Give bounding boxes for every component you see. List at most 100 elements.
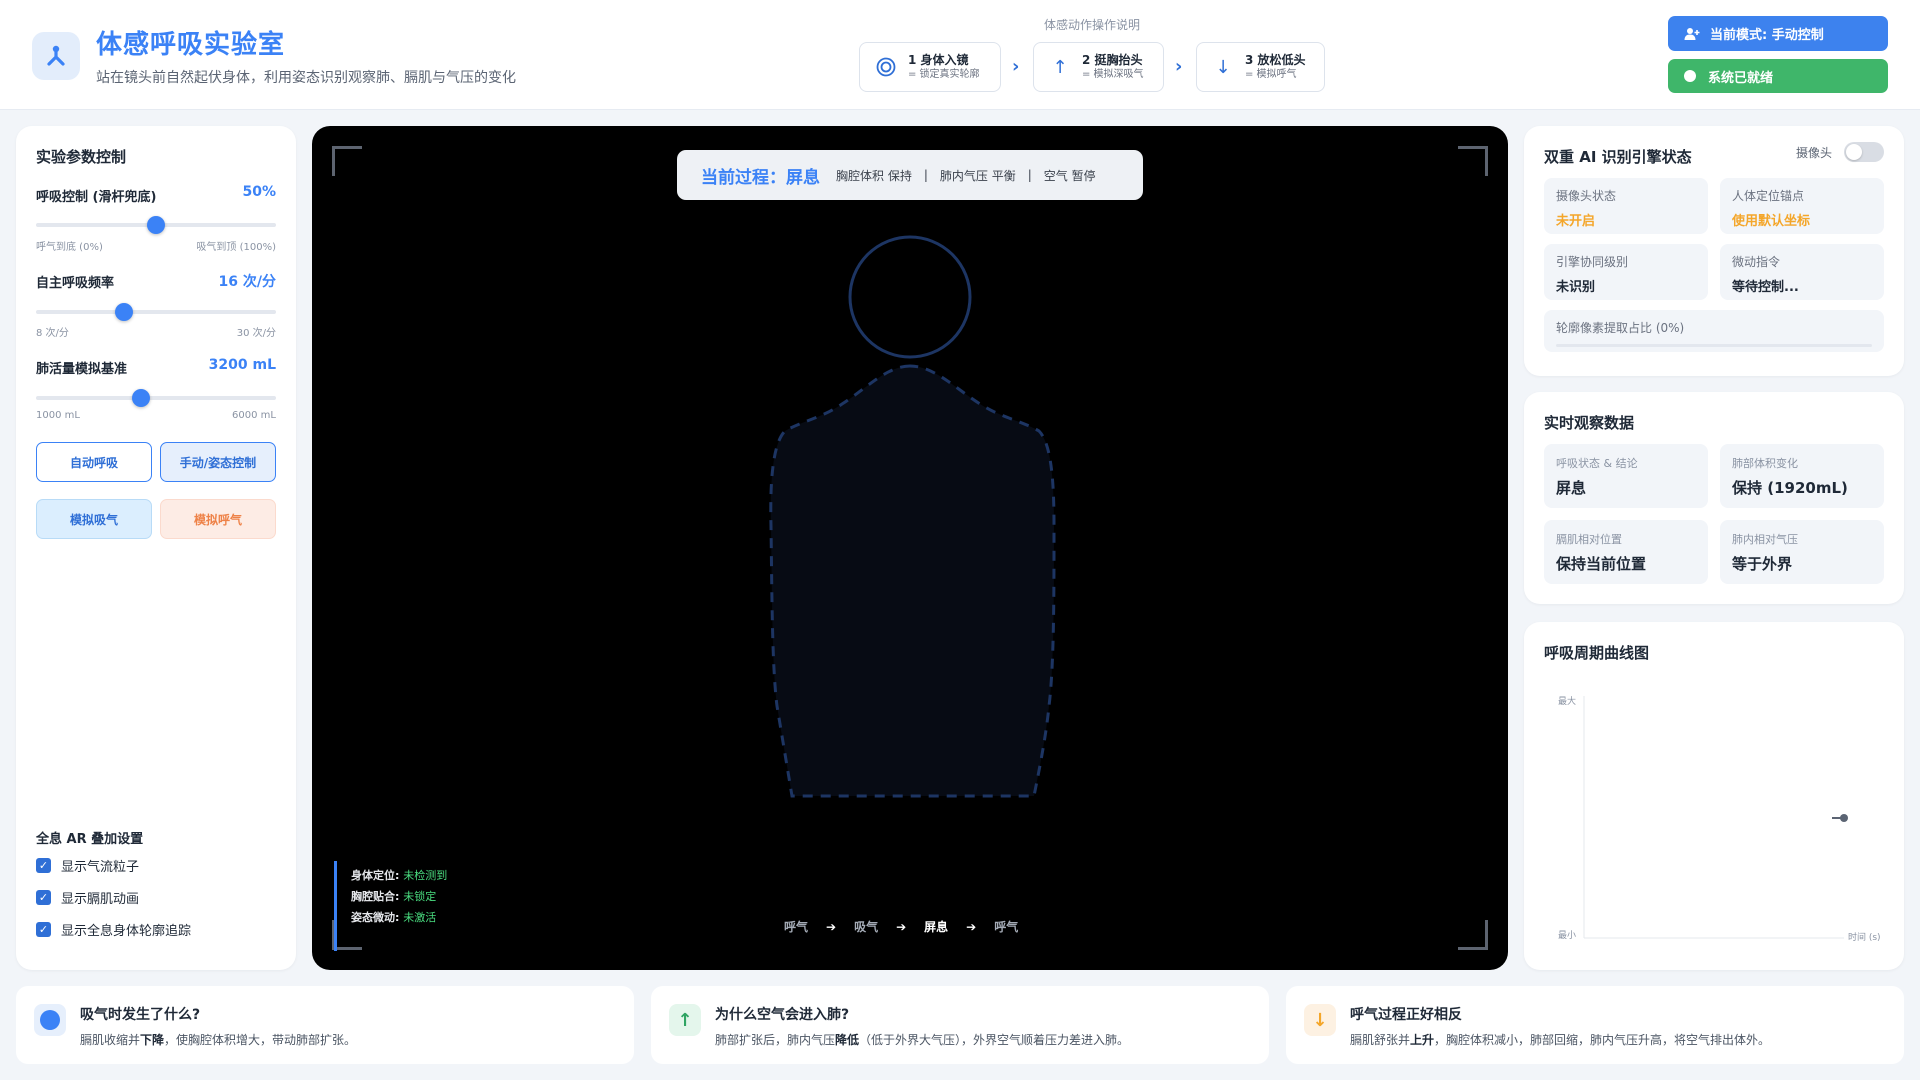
status-body-position: 身体定位: 未检测到 <box>351 869 448 882</box>
sequence-step-current: 屏息 <box>924 920 949 934</box>
tile-camera-status: 摄像头状态 未开启 <box>1544 178 1708 234</box>
step-title: 2 挺胸抬头 <box>1082 53 1143 67</box>
slider-value: 50% <box>242 184 276 200</box>
body-outline <box>769 235 1056 798</box>
arrow-down-icon: ↓ <box>1215 56 1231 78</box>
manual-control-button[interactable]: 手动/姿态控制 <box>160 442 276 482</box>
info-text: 膈肌收缩并下降，使胸腔体积增大，带动肺部扩张。 <box>80 1033 357 1047</box>
step-3: ↓ 3 放松低头 = 模拟呼气 <box>1196 42 1325 92</box>
sequence-step: 呼气 <box>784 920 809 934</box>
camera-toggle-label: 摄像头 <box>1796 146 1833 160</box>
breath-sequence: 呼气 ➔ 吸气 ➔ 屏息 ➔ 呼气 <box>784 918 1018 935</box>
rate-slider-thumb[interactable] <box>115 303 133 321</box>
info-card-exhale: ↓ 呼气过程正好相反 膈肌舒张并上升，胸腔体积减小，肺部回缩，肺内气压升高，将空… <box>1286 986 1904 1064</box>
breath-curve-card: 呼吸周期曲线图 最大 最小 时间 (s) <box>1524 622 1904 970</box>
arrow-right-icon: ➔ <box>896 919 907 934</box>
arrow-down-icon: ↓ <box>1304 1004 1336 1036</box>
tile-anchor: 人体定位锚点 使用默认坐标 <box>1720 178 1884 234</box>
slider-min: 8 次/分 <box>36 328 69 339</box>
capacity-slider-track[interactable] <box>36 396 276 400</box>
pixel-ratio-bar <box>1556 344 1872 347</box>
ar-settings-title: 全息 AR 叠加设置 <box>36 832 144 847</box>
ar-option-particles[interactable]: ✓ 显示气流粒子 <box>36 856 139 875</box>
chevron-right-icon: › <box>1012 56 1020 77</box>
step-title: 1 身体入镜 <box>908 53 969 67</box>
control-panel: 实验参数控制 呼吸控制 (滑杆兜底) 50% 呼气到底 (0%) 吸气到顶 (1… <box>16 126 296 970</box>
info-text: 膈肌舒张并上升，胸腔体积减小，肺部回缩，肺内气压升高，将空气排出体外。 <box>1350 1033 1771 1047</box>
inhale-dot-icon <box>34 1004 66 1036</box>
slider-max: 30 次/分 <box>236 328 276 339</box>
target-icon <box>874 55 898 79</box>
simulate-inhale-button[interactable]: 模拟吸气 <box>36 499 152 539</box>
info-card-air-entry: ↑ 为什么空气会进入肺? 肺部扩张后，肺内气压降低（低于外界大气压），外界空气顺… <box>651 986 1269 1064</box>
observation-title: 实时观察数据 <box>1544 414 1635 432</box>
step-1: 1 身体入镜 = 锁定真实轮廓 <box>859 42 1001 92</box>
ready-label: 系统已就绪 <box>1708 70 1774 86</box>
tile-pixel-ratio: 轮廓像素提取占比 (0%) <box>1544 310 1884 352</box>
ar-option-diaphragm[interactable]: ✓ 显示膈肌动画 <box>36 888 139 907</box>
info-title: 呼气过程正好相反 <box>1350 1007 1462 1023</box>
camera-view: 当前过程：屏息 胸腔体积 保持 | 肺内气压 平衡 | 空气 暂停 身体定位: … <box>312 126 1508 970</box>
user-add-icon <box>1684 27 1700 41</box>
ar-option-label: 显示全息身体轮廓追踪 <box>61 924 192 939</box>
status-chest-fit: 胸腔贴合: 未锁定 <box>351 890 437 903</box>
breath-slider-thumb[interactable] <box>147 216 165 234</box>
step-desc: = 锁定真实轮廓 <box>908 69 980 80</box>
curve-current-point <box>1840 814 1848 822</box>
ai-engine-status-card: 双重 AI 识别引擎状态 摄像头 摄像头状态 未开启 人体定位锚点 使用默认坐标… <box>1524 126 1904 376</box>
tile-diaphragm-position: 膈肌相对位置 保持当前位置 <box>1544 520 1708 584</box>
step-desc: = 模拟呼气 <box>1245 69 1297 80</box>
arrow-up-icon: ↑ <box>669 1004 701 1036</box>
system-ready-button[interactable]: 系统已就绪 <box>1668 59 1888 93</box>
tile-lung-volume: 肺部体积变化 保持 (1920mL) <box>1720 444 1884 508</box>
sequence-step: 呼气 <box>994 920 1019 934</box>
checkbox-checked-icon[interactable]: ✓ <box>36 890 51 905</box>
mode-button[interactable]: 当前模式: 手动控制 <box>1668 16 1888 51</box>
app-subtitle: 站在镜头前自然起伏身体，利用姿态识别观察肺、膈肌与气压的变化 <box>96 70 516 86</box>
capacity-slider-thumb[interactable] <box>132 389 150 407</box>
info-title: 为什么空气会进入肺? <box>715 1007 850 1023</box>
slider-min: 呼气到底 (0%) <box>36 242 103 253</box>
auto-breath-button[interactable]: 自动呼吸 <box>36 442 152 482</box>
ai-card-title: 双重 AI 识别引擎状态 <box>1544 148 1692 166</box>
tile-breath-state: 呼吸状态 & 结论 屏息 <box>1544 444 1708 508</box>
slider-max: 吸气到顶 (100%) <box>196 242 276 253</box>
app-header: 体感呼吸实验室 站在镜头前自然起伏身体，利用姿态识别观察肺、膈肌与气压的变化 体… <box>0 0 1920 110</box>
slider-value: 3200 mL <box>208 357 276 373</box>
mode-label: 当前模式: 手动控制 <box>1710 28 1824 43</box>
status-dot-icon <box>1684 70 1696 82</box>
steps-caption: 体感动作操作说明 <box>1044 18 1141 32</box>
sequence-step: 吸气 <box>854 920 879 934</box>
status-posture-motion: 姿态微动: 未激活 <box>351 911 437 924</box>
app-title: 体感呼吸实验室 <box>96 30 286 60</box>
arrow-right-icon: ➔ <box>826 919 837 934</box>
observation-card: 实时观察数据 呼吸状态 & 结论 屏息 肺部体积变化 保持 (1920mL) 膈… <box>1524 392 1904 604</box>
tile-micro-command: 微动指令 等待控制... <box>1720 244 1884 300</box>
slider-label: 自主呼吸频率 <box>36 276 115 291</box>
ar-option-label: 显示气流粒子 <box>61 860 140 875</box>
camera-toggle[interactable] <box>1844 142 1884 162</box>
arrow-right-icon: ➔ <box>966 919 977 934</box>
chevron-right-icon: › <box>1175 56 1183 77</box>
ar-option-label: 显示膈肌动画 <box>61 892 140 907</box>
step-title: 3 放松低头 <box>1245 53 1306 67</box>
info-card-inhale: 吸气时发生了什么? 膈肌收缩并下降，使胸腔体积增大，带动肺部扩张。 <box>16 986 634 1064</box>
curve-plot <box>1583 696 1848 939</box>
simulate-exhale-button[interactable]: 模拟呼气 <box>160 499 276 539</box>
tile-lung-pressure: 肺内相对气压 等于外界 <box>1720 520 1884 584</box>
logo-icon <box>32 32 80 80</box>
step-desc: = 模拟深吸气 <box>1082 69 1144 80</box>
info-text: 肺部扩张后，肺内气压降低（低于外界大气压），外界空气顺着压力差进入肺。 <box>715 1033 1130 1047</box>
checkbox-checked-icon[interactable]: ✓ <box>36 922 51 937</box>
slider-max: 6000 mL <box>232 410 276 421</box>
step-2: ↑ 2 挺胸抬头 = 模拟深吸气 <box>1033 42 1164 92</box>
panel-title: 实验参数控制 <box>36 148 127 166</box>
rate-slider-track[interactable] <box>36 310 276 314</box>
slider-value: 16 次/分 <box>218 274 276 290</box>
ar-option-body-tracking[interactable]: ✓ 显示全息身体轮廓追踪 <box>36 920 191 939</box>
tile-engine-level: 引擎协同级别 未识别 <box>1544 244 1708 300</box>
checkbox-checked-icon[interactable]: ✓ <box>36 858 51 873</box>
slider-label: 肺活量模拟基准 <box>36 362 128 377</box>
slider-min: 1000 mL <box>36 410 80 421</box>
arrow-up-icon: ↑ <box>1052 56 1068 78</box>
